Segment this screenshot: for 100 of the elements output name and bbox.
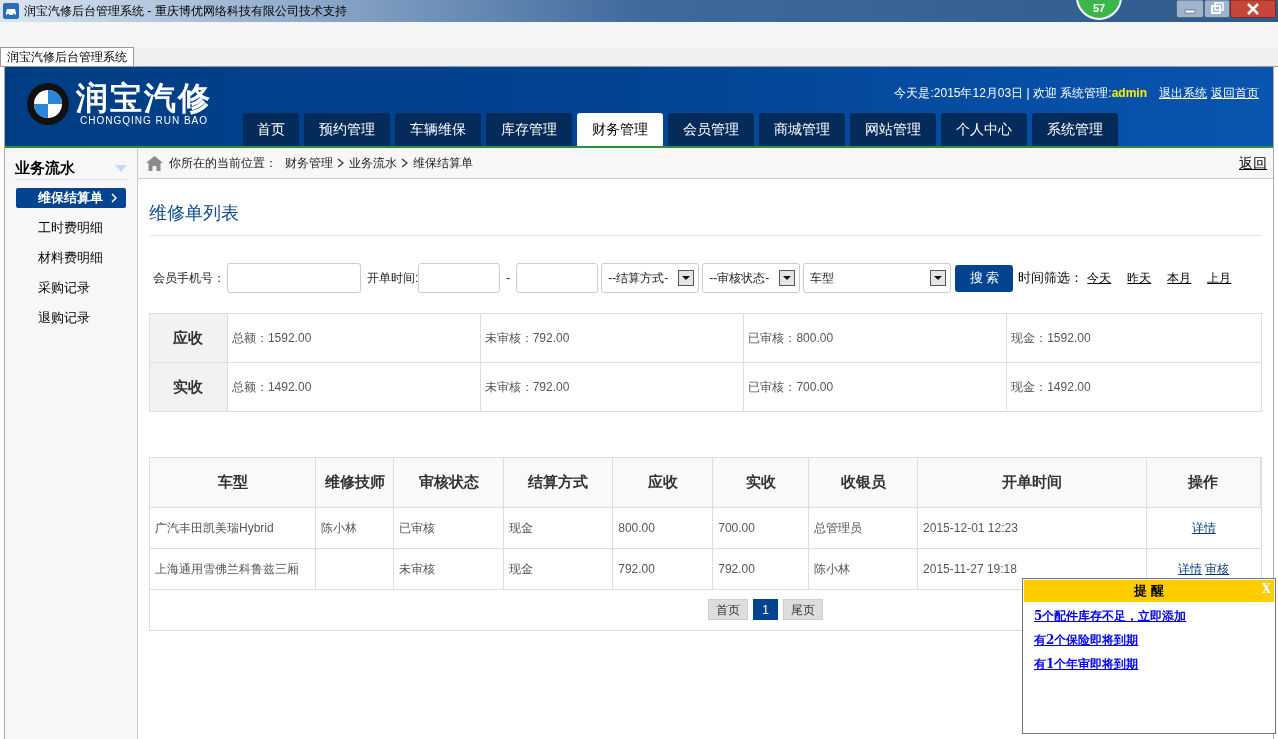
breadcrumb-separator-icon bbox=[337, 158, 345, 168]
select-dropdown[interactable]: 车型 bbox=[803, 263, 952, 293]
time-filter-link[interactable]: 上月 bbox=[1207, 269, 1232, 287]
action-link[interactable]: 详情 bbox=[1178, 561, 1203, 576]
select-dropdown[interactable]: --结算方式- bbox=[601, 263, 700, 293]
table-cell: 现金 bbox=[509, 520, 534, 535]
action-link[interactable]: 审核 bbox=[1205, 561, 1230, 576]
table-cell: 现金 bbox=[509, 561, 534, 576]
time-filter-link[interactable]: 昨天 bbox=[1127, 269, 1152, 287]
time-filter-link[interactable]: 今天 bbox=[1087, 269, 1112, 287]
breadcrumb-item[interactable]: 维保结算单 bbox=[413, 154, 473, 172]
filter-label: 会员手机号： bbox=[153, 270, 225, 287]
browser-tab[interactable]: 润宝汽修后台管理系统 bbox=[0, 47, 134, 66]
summary-cell: 总额：1492.00 bbox=[227, 362, 481, 412]
table-cell: 已审核 bbox=[399, 520, 436, 535]
dropdown-triangle-icon bbox=[115, 165, 127, 172]
column-header: 应收 bbox=[612, 458, 713, 507]
sidebar-item[interactable]: 材料费明细 bbox=[16, 248, 126, 268]
table-cell: 700.00 bbox=[718, 520, 755, 535]
nav-tab[interactable]: 财务管理 bbox=[577, 113, 663, 146]
back-link[interactable]: 返回 bbox=[1239, 152, 1267, 174]
sidebar-item[interactable]: 采购记录 bbox=[16, 278, 126, 298]
column-header: 维修技师 bbox=[315, 458, 394, 507]
sidebar-item[interactable]: 工时费明细 bbox=[16, 218, 126, 238]
reminder-link[interactable]: 有1个年审即将到期 bbox=[1034, 655, 1139, 673]
nav-tab[interactable]: 个人中心 bbox=[941, 113, 1027, 146]
action-link[interactable]: 详情 bbox=[1191, 520, 1216, 535]
table-cell: 陈小林 bbox=[814, 561, 851, 576]
restore-icon bbox=[1204, 0, 1230, 18]
date-input[interactable] bbox=[418, 263, 501, 293]
logo-emblem-icon bbox=[26, 82, 70, 126]
filter-label: 开单时间: bbox=[367, 270, 419, 287]
table-cell: 792.00 bbox=[618, 561, 655, 576]
first-page-button[interactable]: 首页 bbox=[708, 599, 748, 620]
summary-label: 应收 bbox=[149, 313, 228, 363]
nav-tab[interactable]: 系统管理 bbox=[1032, 113, 1118, 146]
window-title: 润宝汽修后台管理系统 - 重庆博优网络科技有限公司技术支持 bbox=[24, 3, 347, 20]
sidebar-item[interactable]: 维保结算单 bbox=[16, 188, 126, 208]
breadcrumb-label: 你所在的当前位置： bbox=[169, 155, 277, 172]
column-header: 审核状态 bbox=[393, 458, 504, 507]
column-header: 开单时间 bbox=[917, 458, 1147, 507]
chevron-right-icon bbox=[111, 193, 117, 203]
summary-cell: 现金：1592.00 bbox=[1006, 313, 1262, 363]
filter-label: 时间筛选： bbox=[1018, 269, 1084, 288]
user-name: admin bbox=[1111, 85, 1147, 102]
summary-cell: 未审核：792.00 bbox=[480, 362, 744, 412]
table-cell: 总管理员 bbox=[814, 520, 863, 535]
minimize-icon bbox=[1176, 0, 1204, 18]
nav-tab[interactable]: 商城管理 bbox=[759, 113, 845, 146]
nav-tab[interactable]: 会员管理 bbox=[668, 113, 754, 146]
reminder-link[interactable]: 有2个保险即将到期 bbox=[1034, 631, 1139, 649]
table-cell: 800.00 bbox=[618, 520, 655, 535]
column-header: 操作 bbox=[1146, 458, 1261, 507]
table-cell: 792.00 bbox=[718, 561, 755, 576]
column-header: 车型 bbox=[150, 458, 316, 507]
page-button[interactable]: 1 bbox=[753, 599, 778, 620]
reminder-link[interactable]: 5个配件库存不足，立即添加 bbox=[1034, 607, 1187, 625]
phone-input[interactable] bbox=[227, 263, 361, 293]
logo-title: 润宝汽修 bbox=[76, 81, 212, 115]
sidebar-title: 业务流水 bbox=[15, 158, 75, 179]
summary-cell: 未审核：792.00 bbox=[480, 313, 744, 363]
date-separator: - bbox=[506, 270, 511, 287]
nav-tab[interactable]: 网站管理 bbox=[850, 113, 936, 146]
date-input[interactable] bbox=[516, 263, 599, 293]
nav-tab[interactable]: 首页 bbox=[243, 113, 299, 146]
column-header: 实收 bbox=[712, 458, 809, 507]
summary-cell: 现金：1492.00 bbox=[1006, 362, 1262, 412]
summary-cell: 已审核：700.00 bbox=[743, 362, 1007, 412]
summary-label: 实收 bbox=[149, 362, 228, 412]
nav-tab[interactable]: 预约管理 bbox=[304, 113, 390, 146]
table-cell: 上海通用雪佛兰科鲁兹三厢 bbox=[155, 561, 299, 576]
table-cell: 2015-11-27 19:18 bbox=[923, 561, 1017, 576]
select-dropdown[interactable]: --审核状态- bbox=[702, 263, 801, 293]
breadcrumb-item[interactable]: 财务管理 bbox=[285, 154, 333, 172]
header-info: 今天是:2015年12月03日 | 欢迎 系统管理: bbox=[894, 85, 1112, 102]
header-link[interactable]: 退出系统 bbox=[1159, 84, 1207, 102]
header-link[interactable]: 返回首页 bbox=[1211, 84, 1259, 102]
popup-title: 提 醒 bbox=[1133, 582, 1165, 601]
sidebar-item[interactable]: 退购记录 bbox=[16, 308, 126, 328]
search-button[interactable]: 搜 索 bbox=[955, 264, 1014, 292]
time-filter-link[interactable]: 本月 bbox=[1167, 269, 1192, 287]
column-header: 收银员 bbox=[808, 458, 918, 507]
table-cell: 未审核 bbox=[399, 561, 436, 576]
logo-subtitle: CHONGQING RUN BAO bbox=[79, 115, 209, 127]
home-icon bbox=[146, 155, 163, 171]
page-title: 维修单列表 bbox=[149, 202, 239, 225]
breadcrumb-separator-icon bbox=[401, 158, 409, 168]
app-icon bbox=[3, 3, 19, 19]
table-cell: 2015-12-01 12:23 bbox=[923, 520, 1018, 535]
summary-cell: 总额：1592.00 bbox=[227, 313, 481, 363]
nav-tab[interactable]: 车辆维保 bbox=[395, 113, 481, 146]
badge: 57 bbox=[1076, 0, 1122, 20]
nav-tab[interactable]: 库存管理 bbox=[486, 113, 572, 146]
close-icon bbox=[1230, 0, 1276, 18]
column-header: 结算方式 bbox=[503, 458, 613, 507]
table-cell: 广汽丰田凯美瑞Hybrid bbox=[155, 520, 274, 535]
last-page-button[interactable]: 尾页 bbox=[783, 599, 823, 620]
table-cell: 陈小林 bbox=[321, 520, 358, 535]
breadcrumb-item[interactable]: 业务流水 bbox=[349, 154, 397, 172]
summary-cell: 已审核：800.00 bbox=[743, 313, 1007, 363]
